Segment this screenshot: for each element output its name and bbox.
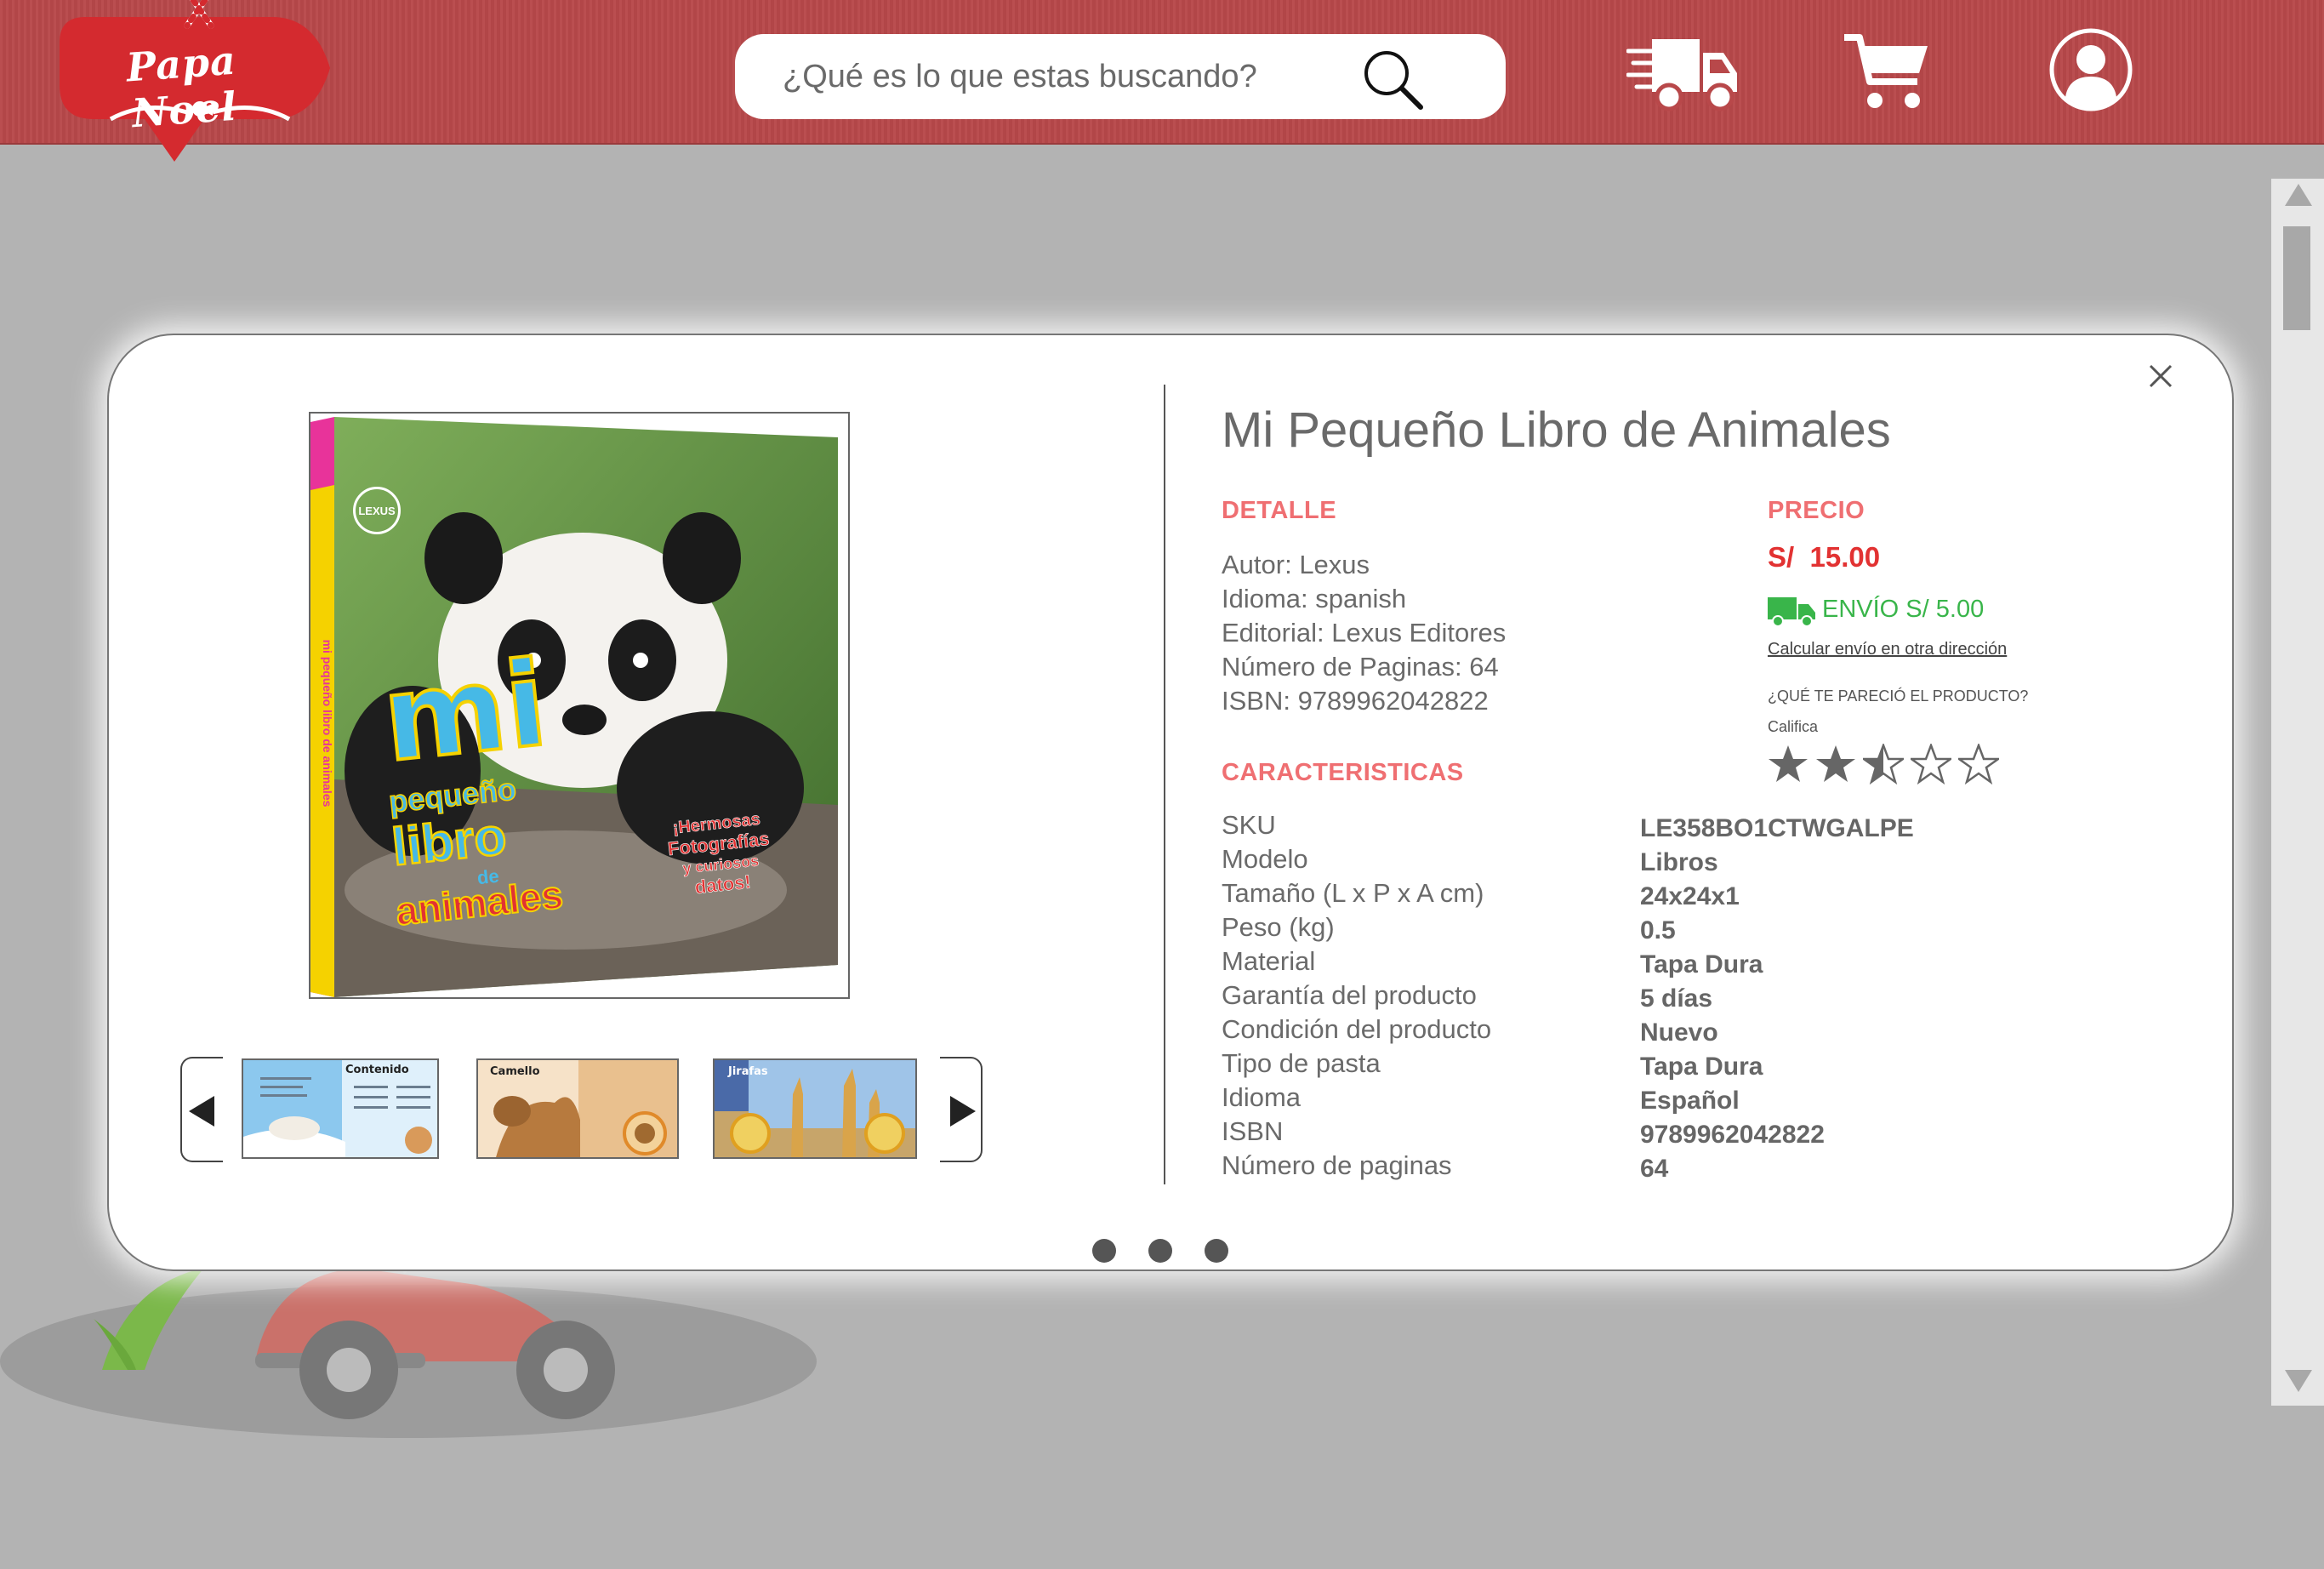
shipping-cost: ENVÍO S/ 5.00 bbox=[1822, 596, 1985, 623]
spec-value: Nuevo bbox=[1640, 1018, 1718, 1047]
shipping-truck-icon bbox=[1768, 597, 1815, 627]
cover-tagline: ¡Hermosas Fotografías y curiosos datos! bbox=[643, 806, 795, 902]
spec-value: Tapa Dura bbox=[1640, 950, 1763, 978]
spec-value: Tapa Dura bbox=[1640, 1053, 1763, 1081]
characteristics-values: LE358BO1CTWGALPE Libros 24x24x1 0.5 Tapa… bbox=[1640, 812, 1914, 1186]
cover-spine-text: mi pequeño libro de animales bbox=[321, 639, 334, 807]
detail-section-label: DETALLE bbox=[1222, 497, 1337, 524]
pagination-dot[interactable] bbox=[1092, 1239, 1116, 1263]
detail-publisher: Editorial: Lexus Editores bbox=[1222, 618, 1507, 648]
cart-icon[interactable] bbox=[1841, 31, 1931, 112]
scroll-thumb[interactable] bbox=[2283, 226, 2310, 330]
spec-key: Condición del producto bbox=[1222, 1014, 1492, 1044]
characteristics-section-label: CARACTERISTICAS bbox=[1222, 759, 1464, 786]
star-full-icon[interactable] bbox=[1815, 744, 1856, 784]
star-full-icon[interactable] bbox=[1768, 744, 1809, 784]
page-scrollbar[interactable] bbox=[2271, 179, 2324, 1406]
product-quickview-modal: LEXUS mi pequeño libro de animales mi pe… bbox=[107, 334, 2234, 1271]
top-navigation-bar: Papa Noel bbox=[0, 0, 2324, 162]
spec-key: Peso (kg) bbox=[1222, 912, 1335, 942]
spec-key: ISBN bbox=[1222, 1116, 1284, 1146]
cover-title-mi: mi bbox=[375, 633, 555, 790]
spec-value: LE358BO1CTWGALPE bbox=[1640, 814, 1914, 842]
rating-label: Califica bbox=[1768, 718, 1819, 735]
spec-value: 0.5 bbox=[1640, 916, 1676, 944]
spec-value: 24x24x1 bbox=[1640, 882, 1740, 910]
price-section-label: PRECIO bbox=[1768, 497, 1865, 524]
user-icon[interactable] bbox=[2048, 27, 2133, 112]
truck-icon[interactable] bbox=[1626, 31, 1739, 112]
thumbnail-camello[interactable]: Camello bbox=[476, 1058, 679, 1159]
scroll-down-arrow-icon[interactable] bbox=[2285, 1370, 2312, 1392]
search-input[interactable] bbox=[783, 53, 1378, 100]
cover-brand: LEXUS bbox=[353, 487, 401, 534]
spec-key: Tamaño (L x P x A cm) bbox=[1222, 878, 1484, 908]
detail-language: Idioma: spanish bbox=[1222, 584, 1407, 613]
detail-author: Autor: Lexus bbox=[1222, 550, 1370, 579]
spec-key: Garantía del producto bbox=[1222, 980, 1477, 1010]
arrow-left-icon bbox=[189, 1096, 214, 1127]
star-empty-icon[interactable] bbox=[1911, 744, 1951, 784]
rating-question: ¿QUÉ TE PARECIÓ EL PRODUCTO? bbox=[1768, 688, 2029, 705]
pagination-dot[interactable] bbox=[1205, 1239, 1228, 1263]
spec-key: Tipo de pasta bbox=[1222, 1048, 1381, 1078]
detail-list: Autor: Lexus Idioma: spanish Editorial: … bbox=[1222, 548, 1506, 718]
product-title: Mi Pequeño Libro de Animales bbox=[1222, 402, 1891, 458]
spec-key: Idioma bbox=[1222, 1082, 1302, 1112]
spec-value: 5 días bbox=[1640, 984, 1713, 1013]
modal-pagination-dots bbox=[1092, 1239, 1262, 1264]
thumbnail-next-button[interactable] bbox=[940, 1057, 983, 1162]
spec-key: SKU bbox=[1222, 810, 1276, 840]
thumbnail-contenido[interactable]: Contenido bbox=[242, 1058, 439, 1159]
price-value: S/ 15.00 bbox=[1768, 541, 1881, 573]
thumbnail-label: Contenido bbox=[345, 1064, 409, 1076]
thumbnail-prev-button[interactable] bbox=[180, 1057, 223, 1162]
search-bar bbox=[735, 34, 1506, 119]
star-empty-icon[interactable] bbox=[1958, 744, 1999, 784]
product-main-image[interactable]: LEXUS mi pequeño libro de animales mi pe… bbox=[309, 412, 850, 999]
spec-value: 9789962042822 bbox=[1640, 1121, 1825, 1149]
thumbnail-jirafas[interactable]: Jirafas bbox=[713, 1058, 917, 1159]
detail-isbn: ISBN: 9789962042822 bbox=[1222, 686, 1489, 716]
search-icon[interactable] bbox=[1358, 44, 1426, 112]
pagination-dot[interactable] bbox=[1148, 1239, 1172, 1263]
spec-key: Modelo bbox=[1222, 844, 1308, 874]
spec-key: Material bbox=[1222, 946, 1316, 976]
thumbnail-image bbox=[243, 1060, 437, 1157]
logo-text: Papa Noel bbox=[124, 37, 239, 137]
spec-value: Español bbox=[1640, 1087, 1740, 1115]
spec-value: 64 bbox=[1640, 1155, 1669, 1183]
spec-key: Número de paginas bbox=[1222, 1150, 1452, 1180]
calculate-shipping-link[interactable]: Calcular envío en otra dirección bbox=[1768, 640, 2007, 659]
rating-stars[interactable] bbox=[1768, 744, 2006, 790]
detail-pages: Número de Paginas: 64 bbox=[1222, 652, 1499, 682]
spec-value: Libros bbox=[1640, 848, 1718, 876]
close-icon[interactable] bbox=[2137, 352, 2184, 400]
star-half-icon[interactable] bbox=[1863, 744, 1904, 784]
thumbnail-label: Camello bbox=[490, 1065, 540, 1078]
characteristics-keys: SKU Modelo Tamaño (L x P x A cm) Peso (k… bbox=[1222, 808, 1491, 1183]
vertical-divider bbox=[1164, 385, 1165, 1184]
thumbnail-label: Jirafas bbox=[728, 1065, 768, 1078]
scroll-up-arrow-icon[interactable] bbox=[2285, 184, 2312, 206]
arrow-right-icon bbox=[950, 1096, 976, 1127]
